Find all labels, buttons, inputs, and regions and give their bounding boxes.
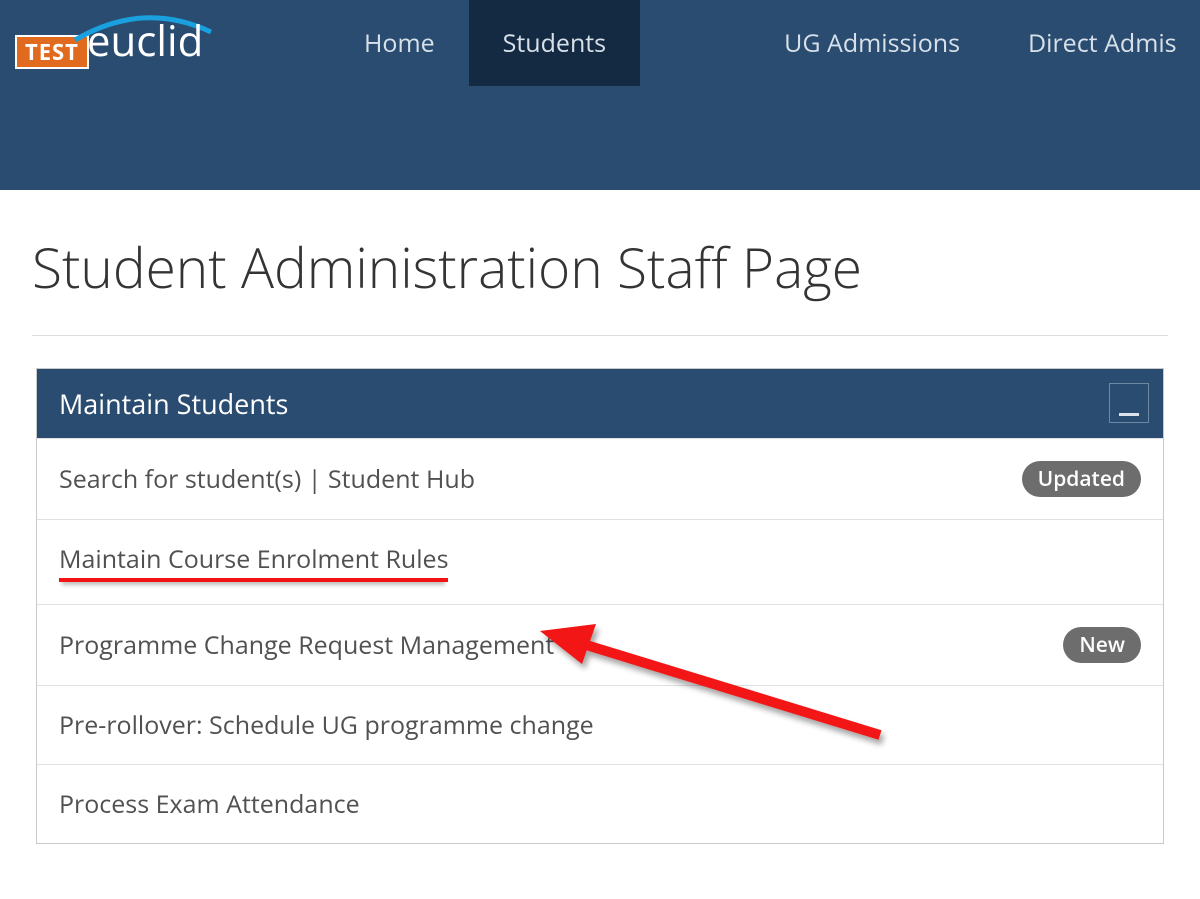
panel-item-maintain-course-enrolment-rules[interactable]: Maintain Course Enrolment Rules — [37, 519, 1163, 604]
updated-badge: Updated — [1022, 461, 1141, 497]
minimize-icon — [1119, 413, 1139, 416]
panel-item-label: Maintain Course Enrolment Rules — [59, 542, 1141, 582]
panel-item-label: Programme Change Request Management — [59, 628, 1063, 662]
maintain-students-panel: Maintain Students Search for student(s) … — [36, 368, 1164, 844]
panel-item-label: Pre-rollover: Schedule UG programme chan… — [59, 708, 1141, 742]
top-navigation: TEST euclid Home Students UG Admissions … — [0, 0, 1200, 190]
panel-item-label: Process Exam Attendance — [59, 787, 1141, 821]
panel-item-programme-change-request[interactable]: Programme Change Request Management New — [37, 604, 1163, 685]
logo-wordmark: euclid — [87, 12, 203, 69]
collapse-button[interactable] — [1109, 383, 1149, 423]
panel-item-pre-rollover[interactable]: Pre-rollover: Schedule UG programme chan… — [37, 685, 1163, 764]
panel-item-process-exam-attendance[interactable]: Process Exam Attendance — [37, 764, 1163, 843]
panel-item-search-students[interactable]: Search for student(s) | Student Hub Upda… — [37, 438, 1163, 519]
page-body: Student Administration Staff Page Mainta… — [0, 190, 1200, 844]
panel-header: Maintain Students — [37, 369, 1163, 438]
divider — [32, 335, 1168, 336]
highlighted-link: Maintain Course Enrolment Rules — [59, 542, 448, 582]
primary-nav: Home Students UG Admissions Direct Admis — [330, 0, 1200, 86]
page-title: Student Administration Staff Page — [32, 230, 1168, 305]
new-badge: New — [1063, 627, 1141, 663]
nav-students[interactable]: Students — [469, 0, 640, 86]
panel-item-label: Search for student(s) | Student Hub — [59, 462, 1022, 496]
nav-home[interactable]: Home — [330, 0, 469, 86]
nav-direct-admissions[interactable]: Direct Admis — [994, 0, 1200, 86]
panel-header-label: Maintain Students — [59, 385, 288, 422]
logo[interactable]: TEST euclid — [15, 12, 203, 69]
nav-ug-admissions[interactable]: UG Admissions — [750, 0, 994, 86]
